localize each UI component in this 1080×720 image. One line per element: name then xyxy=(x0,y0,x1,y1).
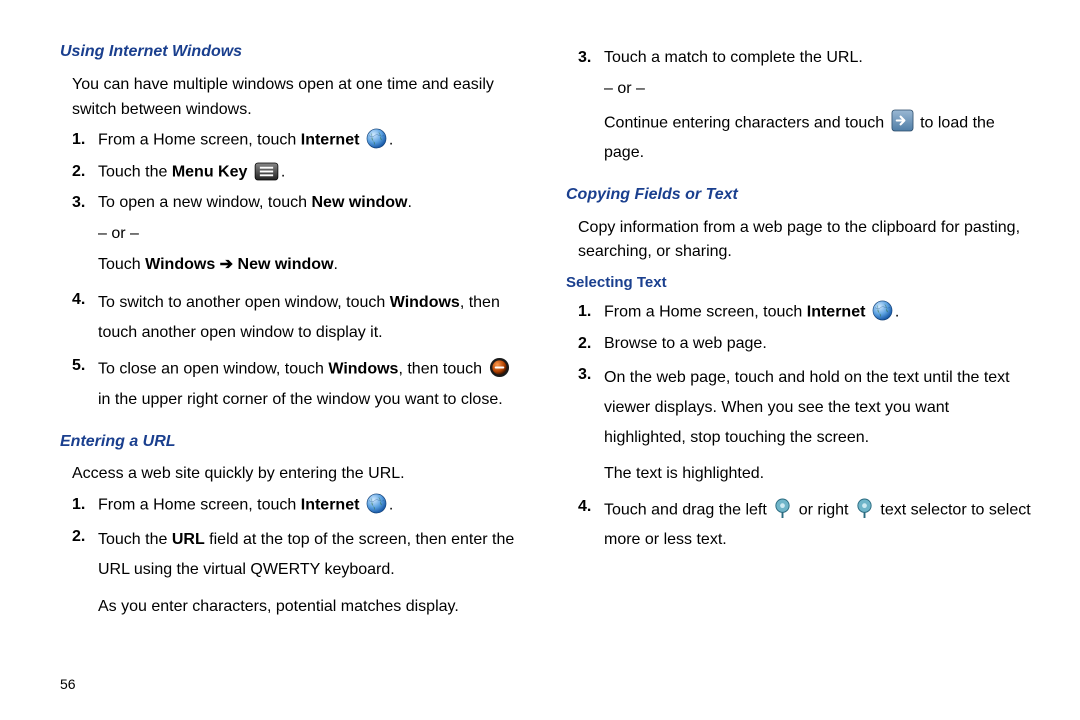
step-alt: Touch Windows ➔ New window. xyxy=(98,253,526,278)
text-selector-left-icon xyxy=(773,495,792,525)
heading-using-internet-windows: Using Internet Windows xyxy=(60,40,526,65)
menu-key-icon xyxy=(254,160,279,185)
step-text: To switch to another open window, touch … xyxy=(98,288,526,349)
internet-globe-icon xyxy=(366,128,387,153)
step-number: 5. xyxy=(72,354,98,415)
internet-globe-icon xyxy=(366,493,387,518)
steps-using-internet-windows: 1. From a Home screen, touch Internet . … xyxy=(72,128,526,415)
page-number: 56 xyxy=(60,676,76,692)
step-text: On the web page, touch and hold on the t… xyxy=(604,363,1032,454)
step-number: 3. xyxy=(578,46,604,71)
step-text: To open a new window, touch New window. xyxy=(98,191,526,216)
go-arrow-icon xyxy=(891,108,914,138)
steps-entering-url-cont: 3. Touch a match to complete the URL. – … xyxy=(578,46,1032,169)
text-selector-right-icon xyxy=(855,495,874,525)
step-sub: The text is highlighted. xyxy=(604,462,1032,487)
heading-copying-fields: Copying Fields or Text xyxy=(566,183,1032,208)
or-separator: – or – xyxy=(98,222,526,247)
step-alt: Continue entering characters and touch t… xyxy=(604,108,1032,169)
step-text: From a Home screen, touch Internet . xyxy=(98,128,526,153)
intro-using-internet-windows: You can have multiple windows open at on… xyxy=(72,73,526,123)
or-separator: – or – xyxy=(604,77,1032,102)
step-number: 3. xyxy=(72,191,98,216)
heading-selecting-text: Selecting Text xyxy=(566,271,1032,294)
step-number: 3. xyxy=(578,363,604,454)
heading-entering-url: Entering a URL xyxy=(60,430,526,455)
step-text: Touch and drag the left or right text se… xyxy=(604,495,1032,556)
close-window-icon xyxy=(489,354,510,384)
intro-copying-fields: Copy information from a web page to the … xyxy=(578,216,1032,266)
step-number: 2. xyxy=(72,525,98,586)
step-number: 1. xyxy=(72,128,98,153)
internet-globe-icon xyxy=(872,300,893,325)
step-text: Touch a match to complete the URL. xyxy=(604,46,1032,71)
step-text: Touch the Menu Key . xyxy=(98,160,526,185)
step-number: 2. xyxy=(578,332,604,357)
step-sub: As you enter characters, potential match… xyxy=(98,595,526,620)
step-text: Touch the URL field at the top of the sc… xyxy=(98,525,526,586)
right-column: 3. Touch a match to complete the URL. – … xyxy=(566,40,1032,626)
step-text: From a Home screen, touch Internet . xyxy=(604,300,1032,325)
step-number: 4. xyxy=(578,495,604,556)
left-column: Using Internet Windows You can have mult… xyxy=(60,40,526,626)
step-number: 2. xyxy=(72,160,98,185)
step-text: Browse to a web page. xyxy=(604,332,1032,357)
intro-entering-url: Access a web site quickly by entering th… xyxy=(72,462,526,487)
step-number: 1. xyxy=(72,493,98,518)
step-text: From a Home screen, touch Internet . xyxy=(98,493,526,518)
step-text: To close an open window, touch Windows, … xyxy=(98,354,526,415)
step-number: 4. xyxy=(72,288,98,349)
steps-entering-url: 1. From a Home screen, touch Internet . … xyxy=(72,493,526,620)
steps-selecting-text: 1. From a Home screen, touch Internet . … xyxy=(578,300,1032,555)
step-number: 1. xyxy=(578,300,604,325)
